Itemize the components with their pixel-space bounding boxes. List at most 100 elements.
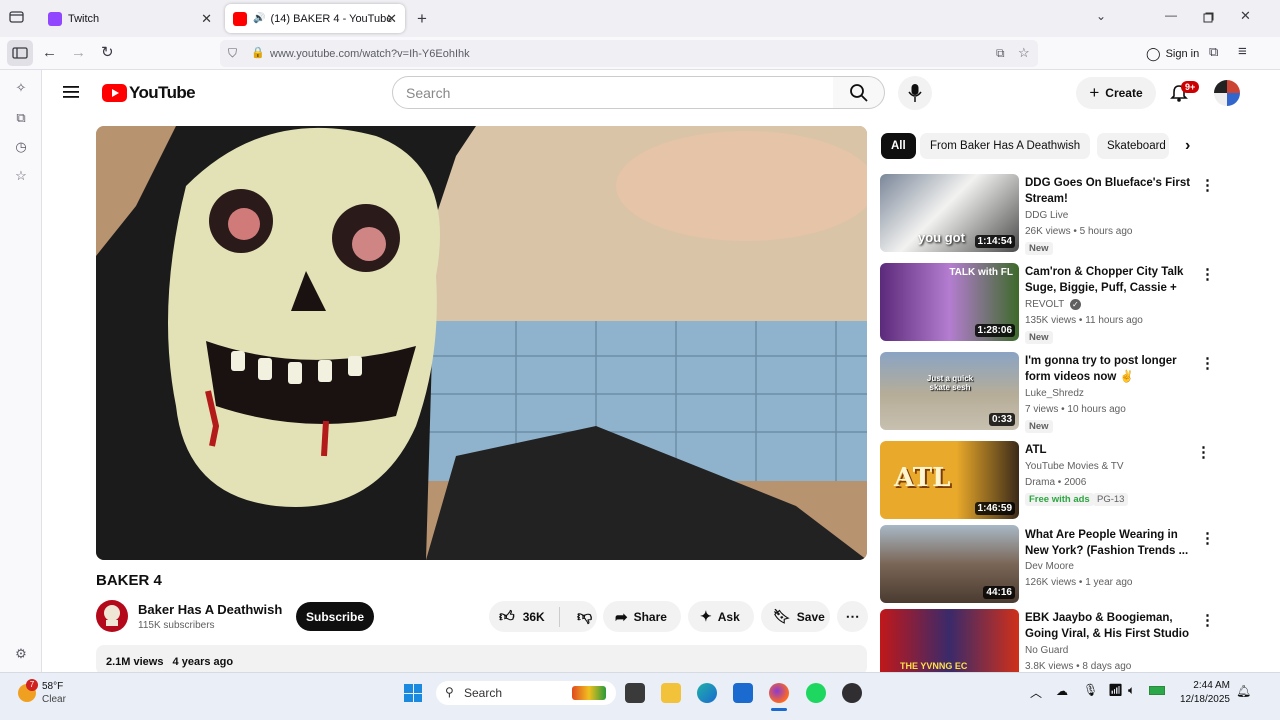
chip-skateboard[interactable]: Skateboard [1097,133,1169,159]
close-icon[interactable]: ✕ [386,11,397,27]
file-explorer-icon[interactable] [661,683,681,703]
search-input[interactable]: Search [392,76,834,109]
ask-button[interactable]: ✦ Ask [688,601,754,632]
chip-channel[interactable]: From Baker Has A Deathwish [920,133,1091,159]
forward-icon[interactable]: → [71,44,86,61]
video-title[interactable]: What Are People Wearing in New York? (Fa… [1025,527,1195,559]
obs-icon[interactable] [842,683,862,703]
edge-browser-icon[interactable] [697,683,717,703]
channel-name[interactable]: No Guard [1025,645,1068,656]
task-view-icon[interactable] [625,683,645,703]
voice-search-button[interactable] [898,76,932,110]
list-item[interactable]: THE YVNNG EC EBK Jaaybo & Boogieman, Goi… [880,609,1220,672]
hamburger-menu-icon[interactable] [63,85,80,104]
extensions-icon[interactable]: ⧉ [1209,44,1218,60]
more-vertical-icon[interactable]: ⋮ [1200,176,1215,194]
youtube-logo-icon[interactable] [102,84,127,102]
list-item[interactable]: 44:16 What Are People Wearing in New Yor… [880,525,1220,605]
video-title[interactable]: Cam'ron & Chopper City Talk Suge, Biggie… [1025,264,1195,296]
video-title[interactable]: ATL [1025,442,1195,458]
sign-in-button[interactable]: ◯ Sign in [1140,42,1205,65]
more-vertical-icon[interactable]: ⋮ [1200,611,1215,629]
video-title[interactable]: I'm gonna try to post longer form videos… [1025,353,1195,385]
start-windows-icon[interactable] [404,684,422,702]
taskbar-search[interactable]: ⚲ Search [436,681,616,705]
search-button[interactable] [833,76,885,109]
notifications-icon[interactable]: 🔔︎ [1236,684,1251,698]
network-icon[interactable]: ☁ [1056,684,1068,698]
history-icon[interactable]: ◷ [12,139,30,157]
synced-tabs-icon[interactable]: ⧉ [12,110,30,128]
channel-name[interactable]: Luke_Shredz [1025,388,1084,399]
more-vertical-icon[interactable]: ⋮ [1196,443,1211,461]
volume-icon[interactable]: 🔈︎ [1128,683,1135,698]
avatar[interactable] [1214,80,1240,106]
description-box[interactable]: 2.1M views 4 years ago [96,645,867,675]
new-tab-icon[interactable]: + [417,9,427,29]
list-item[interactable]: ATL 1:46:59 ATL YouTube Movies & TV Dram… [880,441,1220,521]
video-thumbnail[interactable]: ATL 1:46:59 [880,441,1019,519]
tab-list-icon[interactable] [9,10,24,28]
firefox-icon[interactable] [769,683,789,703]
wifi-icon[interactable]: 📶︎ [1108,683,1123,697]
list-item[interactable]: Just a quick skate sesh 0:33 I'm gonna t… [880,352,1220,433]
channel-name[interactable]: Dev Moore [1025,561,1074,572]
window-close-icon[interactable]: ✕ [1240,8,1251,24]
restore-icon[interactable] [1203,10,1214,27]
chip-all[interactable]: All [881,133,916,159]
video-thumbnail[interactable]: you got 1:14:54 [880,174,1019,252]
weather-widget[interactable]: 7 58°F Clear [16,679,106,713]
tab-twitch[interactable]: Twitch ✕ [40,4,220,33]
video-title[interactable]: DDG Goes On Blueface's First Stream! [1025,175,1195,207]
channel-name[interactable]: Baker Has A Deathwish [138,602,282,617]
share-button[interactable]: ➦ Share [603,601,681,632]
minimize-icon[interactable]: — [1165,8,1177,22]
chat-app-icon[interactable] [806,683,826,703]
channel-name[interactable]: DDG Live [1025,210,1068,221]
channel-name[interactable]: YouTube Movies & TV [1025,461,1124,472]
more-vertical-icon[interactable]: ⋮ [1200,265,1215,283]
subscribe-button[interactable]: Subscribe [296,602,374,631]
close-icon[interactable]: ✕ [201,11,212,27]
microsoft-store-icon[interactable] [733,683,753,703]
dislike-button[interactable]: 👎︎ [566,608,592,626]
settings-gear-icon[interactable]: ⚙ [12,646,30,664]
bookmark-star-icon[interactable]: ☆ [1018,45,1030,61]
tab-youtube[interactable]: 🔊 (14) BAKER 4 - YouTube ✕ [225,4,405,33]
url-text[interactable]: www.youtube.com/watch?v=Ih-Y6EohIhk [270,48,470,60]
like-button[interactable]: 👍︎ 36K [489,608,553,626]
list-item[interactable]: you got 1:14:54 DDG Goes On Blueface's F… [880,174,1220,255]
chevron-up-icon[interactable]: ︿ [1030,684,1042,701]
more-vertical-icon[interactable]: ⋮ [1200,529,1215,547]
chevron-right-icon[interactable]: › [1185,137,1190,155]
ai-sparkle-icon[interactable]: ✧ [12,80,30,98]
save-button[interactable]: 🔖︎ Save [761,601,830,632]
sidebar-toggle-icon[interactable] [7,40,33,66]
video-title[interactable]: EBK Jaaybo & Boogieman, Going Viral, & H… [1025,610,1195,642]
chevron-down-icon[interactable]: ⌄ [1096,9,1106,23]
menu-icon[interactable]: ≡ [1238,43,1247,60]
create-button[interactable]: + Create [1076,77,1156,109]
lock-icon[interactable]: 🔒 [251,46,265,59]
video-thumbnail[interactable]: 44:16 [880,525,1019,603]
microphone-icon[interactable]: 🎙︎ [1083,683,1098,697]
more-actions-button[interactable]: ⋯ [837,601,868,632]
video-thumbnail[interactable]: THE YVNNG EC [880,609,1019,672]
back-icon[interactable]: ← [42,44,57,61]
system-clock[interactable]: 2:44 AM 12/18/2025 [1170,679,1230,707]
shield-icon[interactable]: ⛉ [228,46,237,61]
video-thumbnail[interactable]: Just a quick skate sesh 0:33 [880,352,1019,430]
bookmarks-icon[interactable]: ☆ [12,168,30,186]
url-bar[interactable]: ⛉ 🔒 www.youtube.com/watch?v=Ih-Y6EohIhk … [220,40,1038,67]
channel-name[interactable]: REVOLT ✓ [1025,299,1081,310]
channel-avatar[interactable] [96,600,128,632]
video-thumbnail[interactable]: TALK with FL 1:28:06 [880,263,1019,341]
youtube-logo-text[interactable]: YouTube [129,83,196,103]
video-player[interactable] [96,126,867,560]
translate-icon[interactable]: ⧉ [996,46,1005,61]
list-item[interactable]: TALK with FL 1:28:06 Cam'ron & Chopper C… [880,263,1220,344]
speaker-icon[interactable]: 🔊 [253,13,265,24]
more-vertical-icon[interactable]: ⋮ [1200,354,1215,372]
battery-icon[interactable] [1149,686,1165,695]
reload-icon[interactable]: ↻ [101,43,114,61]
